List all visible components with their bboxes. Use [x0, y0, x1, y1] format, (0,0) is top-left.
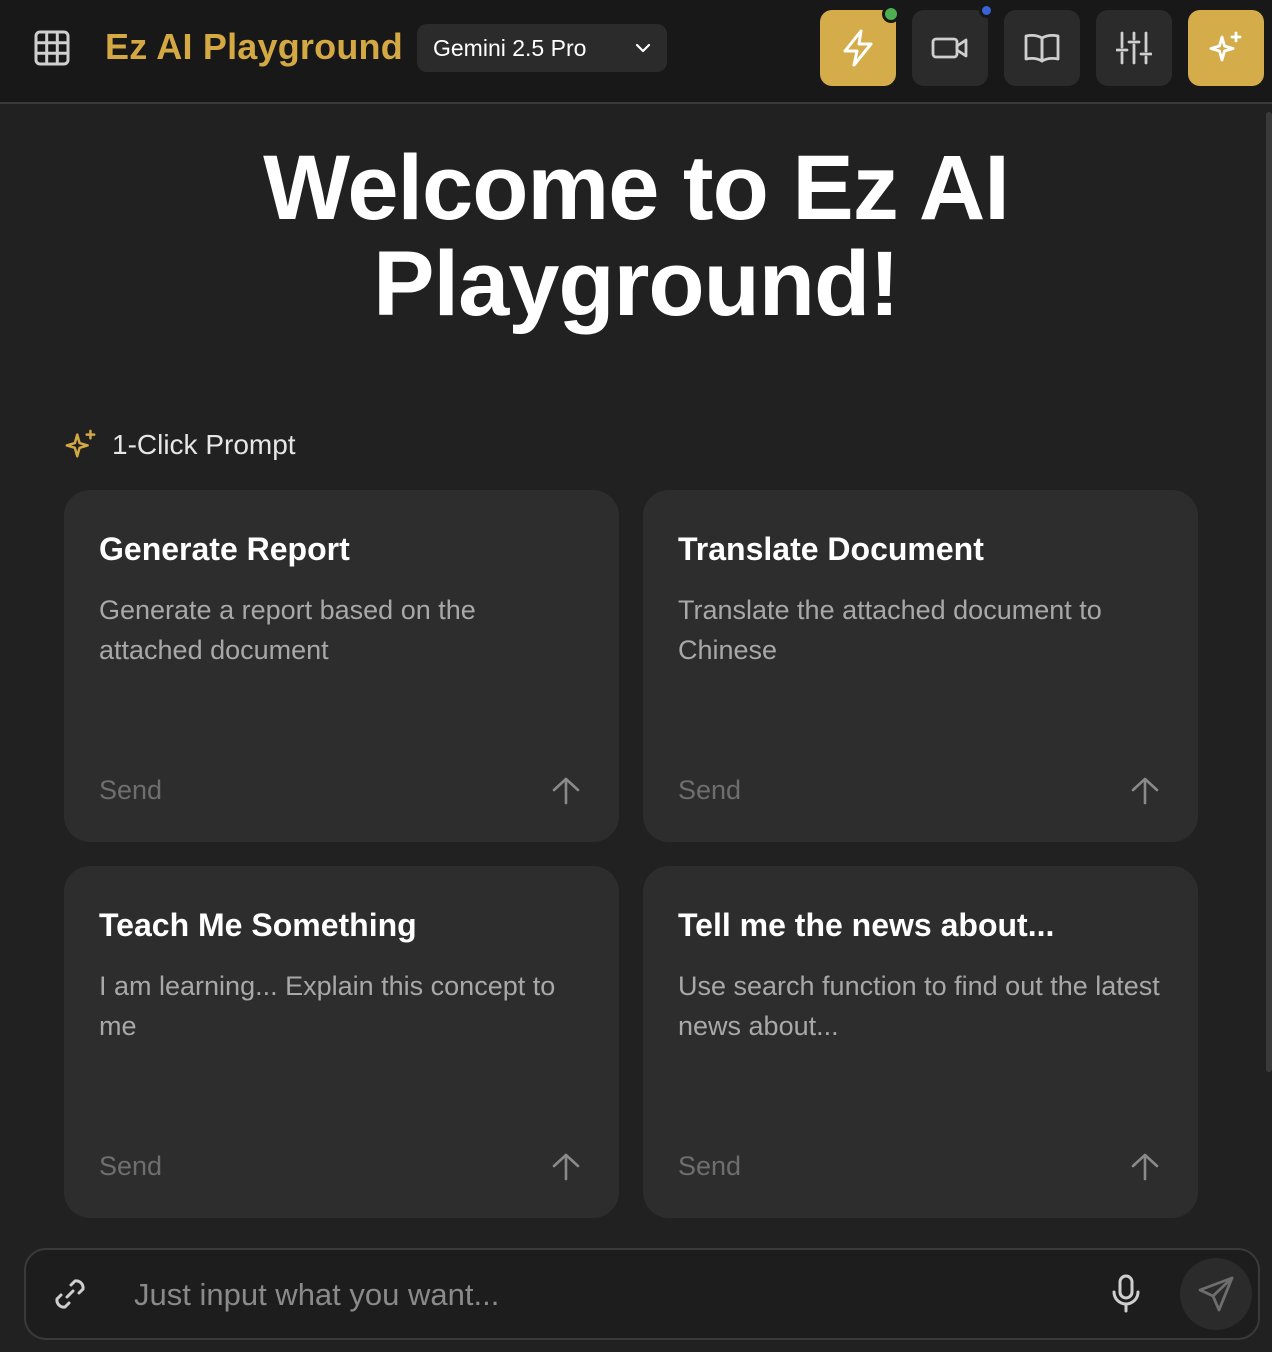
top-bar: Ez AI Playground Gemini 2.5 Pro: [0, 0, 1272, 104]
card-title: Translate Document: [678, 531, 984, 567]
card-send-label[interactable]: Send: [678, 775, 741, 806]
video-button[interactable]: [912, 3, 994, 86]
arrow-up-icon[interactable]: [551, 776, 581, 806]
one-click-prompt-label: 1-Click Prompt: [64, 428, 296, 462]
book-open-icon: [1024, 34, 1060, 63]
prompt-card-news[interactable]: Tell me the news about... Use search fun…: [643, 866, 1198, 1218]
arrow-up-icon[interactable]: [1130, 1152, 1160, 1182]
library-button[interactable]: [1004, 10, 1080, 86]
model-selector[interactable]: Gemini 2.5 Pro: [417, 24, 667, 72]
card-send-label[interactable]: Send: [99, 1151, 162, 1182]
ai-magic-button[interactable]: [1188, 10, 1264, 86]
card-send-label[interactable]: Send: [678, 1151, 741, 1182]
prompt-card-generate-report[interactable]: Generate Report Generate a report based …: [64, 490, 619, 842]
sparkles-icon: [65, 429, 96, 458]
link-icon: [55, 1279, 85, 1309]
voice-input-button[interactable]: [1110, 1274, 1142, 1314]
model-selector-value: Gemini 2.5 Pro: [433, 34, 587, 61]
sliders-icon: [1116, 31, 1152, 65]
card-title: Teach Me Something: [99, 907, 417, 943]
chevron-down-icon: [635, 43, 651, 53]
card-title: Generate Report: [99, 531, 350, 567]
paper-plane-icon: [1198, 1276, 1234, 1312]
arrow-up-icon[interactable]: [551, 1152, 581, 1182]
send-message-button[interactable]: [1180, 1258, 1252, 1330]
message-composer: [24, 1248, 1260, 1340]
grid-icon: [34, 30, 70, 66]
prompt-card-translate-document[interactable]: Translate Document Translate the attache…: [643, 490, 1198, 842]
microphone-icon: [1112, 1274, 1140, 1313]
card-description: Generate a report based on the attached …: [99, 595, 476, 665]
card-description: Use search function to find out the late…: [678, 971, 1160, 1041]
arrow-up-icon[interactable]: [1130, 776, 1160, 806]
prompt-card-teach-me[interactable]: Teach Me Something I am learning... Expl…: [64, 866, 619, 1218]
card-description: Translate the attached document to Chine…: [678, 595, 1102, 665]
quick-mode-button[interactable]: [820, 5, 900, 86]
lightning-icon: [843, 29, 873, 67]
settings-sliders-button[interactable]: [1096, 10, 1172, 86]
welcome-heading: Welcome to Ez AI Playground!: [0, 140, 1272, 332]
apps-grid-button[interactable]: [30, 28, 74, 68]
app-title: Ez AI Playground: [105, 26, 403, 67]
welcome-heading-line-2: Playground!: [373, 233, 900, 335]
card-send-label[interactable]: Send: [99, 775, 162, 806]
message-input[interactable]: [132, 1268, 1036, 1322]
section-label-text: 1-Click Prompt: [112, 429, 296, 460]
status-dot-info: [979, 3, 994, 18]
attach-link-button[interactable]: [50, 1274, 90, 1314]
video-camera-icon: [931, 37, 968, 59]
sparkles-icon: [1209, 31, 1242, 62]
card-title: Tell me the news about...: [678, 907, 1055, 943]
status-dot-online: [882, 5, 900, 23]
card-description: I am learning... Explain this concept to…: [99, 971, 556, 1041]
welcome-heading-line-1: Welcome to Ez AI: [263, 137, 1010, 239]
